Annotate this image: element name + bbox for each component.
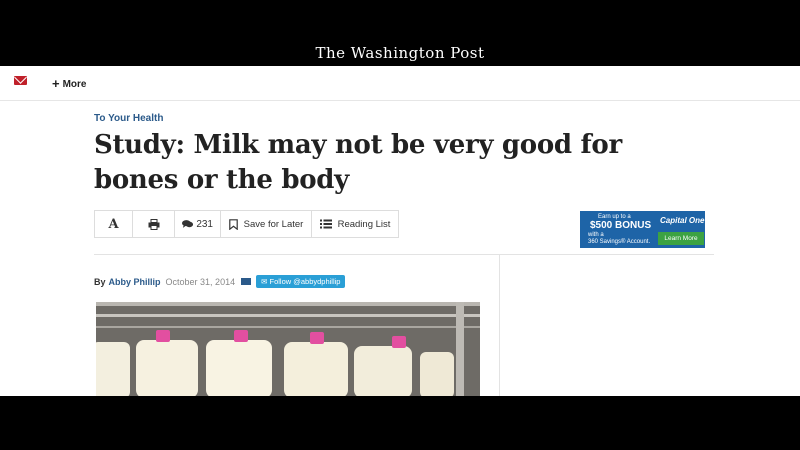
article-headline: Study: Milk may not be very good for bon… (94, 130, 622, 195)
comments-button[interactable]: 231 (175, 211, 221, 237)
publish-date: October 31, 2014 (165, 276, 236, 287)
print-button[interactable] (133, 211, 175, 237)
comment-count: 231 (196, 218, 213, 230)
byline: By Abby Phillip October 31, 2014 ✉︎ Foll… (94, 275, 346, 288)
more-label: More (62, 79, 87, 90)
twitter-icon: ✉︎ (261, 277, 268, 286)
reading-list-button[interactable]: Reading List (312, 211, 398, 237)
bottom-bar (0, 396, 800, 450)
top-bar: The Washington Post (0, 0, 800, 66)
save-for-later-button[interactable]: Save for Later (221, 211, 312, 237)
article-kicker[interactable]: To Your Health (94, 113, 163, 124)
bookmark-icon (228, 218, 238, 230)
save-for-later-label: Save for Later (243, 218, 304, 230)
ad-learn-more-button[interactable]: Learn More (658, 232, 704, 245)
section-divider (94, 254, 714, 255)
reading-list-label: Reading List (337, 218, 391, 230)
font-size-button[interactable]: A (95, 211, 133, 237)
page: The Washington Post + More To Your Health… (0, 0, 800, 450)
ad-brand-logo: Capital One (660, 216, 705, 225)
ad-line-2: $500 BONUS (590, 220, 652, 231)
mail-icon[interactable] (14, 76, 27, 85)
article-toolbar: A 231 Save for Later Reading List (94, 210, 399, 238)
column-divider (499, 255, 500, 405)
milk-jugs-image (96, 302, 480, 398)
nav-bar (0, 66, 800, 101)
font-size-icon: A (108, 216, 119, 232)
twitter-follow-button[interactable]: ✉︎ Follow @abbydphillip (256, 275, 346, 288)
list-icon (319, 219, 332, 229)
email-author-icon[interactable] (241, 278, 252, 285)
ad-line-3: with a (588, 232, 604, 238)
more-menu-button[interactable]: + More (52, 75, 87, 91)
article-photo (96, 302, 480, 398)
comments-icon (182, 220, 194, 228)
print-icon (148, 218, 159, 230)
follow-label: Follow @abbydphillip (269, 277, 341, 286)
byline-prefix: By (94, 276, 106, 287)
plus-icon: + (52, 76, 60, 91)
masthead-title[interactable]: The Washington Post (0, 44, 800, 62)
capital-one-ad[interactable]: Earn up to a $500 BONUS with a 360 Savin… (580, 211, 705, 248)
author-link[interactable]: Abby Phillip (109, 277, 161, 287)
ad-line-4: 360 Savings® Account. (588, 239, 651, 245)
